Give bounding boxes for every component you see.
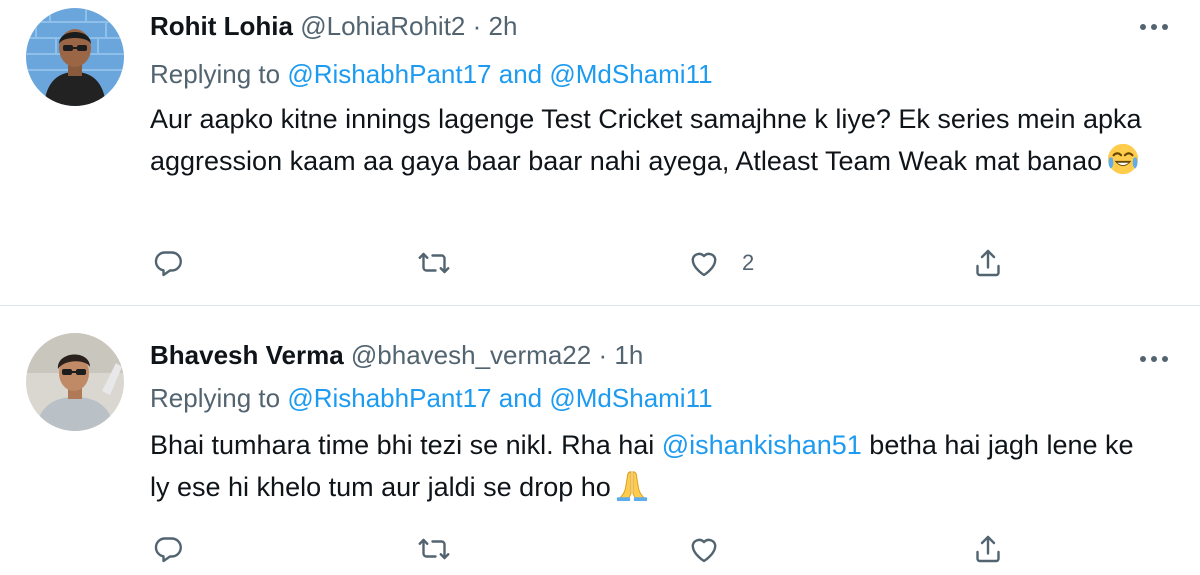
user-handle[interactable]: @bhavesh_verma22	[351, 340, 591, 370]
share-icon	[976, 535, 1000, 563]
inline-mention[interactable]: @ishankishan51	[662, 430, 862, 460]
heart-icon	[691, 538, 717, 563]
tweet-actions: 2	[150, 243, 1050, 283]
avatar[interactable]	[26, 333, 124, 431]
display-name[interactable]: Rohit Lohia	[150, 11, 293, 41]
replying-joiner[interactable]: and	[499, 383, 542, 413]
tweet[interactable]: Bhavesh Verma @bhavesh_verma22 · 1h Repl…	[0, 307, 1200, 575]
like-button[interactable]	[686, 529, 742, 569]
tweet-actions	[150, 529, 1050, 569]
retweet-button[interactable]	[416, 243, 452, 283]
replying-to: Replying to @RishabhPant17 and @MdShami1…	[150, 383, 713, 413]
reply-button[interactable]	[150, 243, 186, 283]
tweet-header: Rohit Lohia @LohiaRohit2 · 2h	[150, 11, 517, 41]
header-separator: ·	[598, 340, 608, 370]
replying-prefix: Replying to	[150, 59, 281, 89]
heart-icon	[691, 252, 717, 277]
tweet-text: Aur aapko kitne innings lagenge Test Cri…	[150, 98, 1150, 182]
replying-mention[interactable]: @RishabhPant17	[287, 383, 491, 413]
tweet[interactable]: Rohit Lohia @LohiaRohit2 · 2h Replying t…	[0, 0, 1200, 306]
retweet-icon	[418, 538, 450, 560]
tweet-text: Bhai tumhara time bhi tezi se nikl. Rha …	[150, 424, 1150, 508]
tweet-text-part: Aur aapko kitne innings lagenge Test Cri…	[150, 104, 1142, 176]
like-count: 2	[742, 250, 755, 275]
avatar[interactable]	[26, 8, 124, 106]
more-dots-icon	[1140, 24, 1168, 30]
timestamp[interactable]: 1h	[614, 340, 643, 370]
more-options-button[interactable]	[1136, 15, 1172, 39]
face-with-tears-of-joy-icon	[1107, 143, 1139, 175]
timestamp[interactable]: 2h	[489, 11, 518, 41]
retweet-button[interactable]	[416, 529, 452, 569]
user-handle[interactable]: @LohiaRohit2	[300, 11, 465, 41]
replying-mention[interactable]: @RishabhPant17	[287, 59, 491, 89]
replying-joiner[interactable]: and	[499, 59, 542, 89]
more-options-button[interactable]	[1136, 347, 1172, 371]
share-button[interactable]	[970, 243, 1006, 283]
reply-button[interactable]	[150, 529, 186, 569]
folded-hands-icon	[616, 471, 647, 502]
replying-to: Replying to @RishabhPant17 and @MdShami1…	[150, 59, 713, 89]
reply-icon	[154, 251, 182, 277]
display-name[interactable]: Bhavesh Verma	[150, 340, 344, 370]
replying-prefix: Replying to	[150, 383, 281, 413]
retweet-icon	[418, 252, 450, 274]
more-dots-icon	[1140, 356, 1168, 362]
tweet-header: Bhavesh Verma @bhavesh_verma22 · 1h	[150, 340, 643, 370]
reply-feed: Rohit Lohia @LohiaRohit2 · 2h Replying t…	[0, 0, 1200, 575]
header-separator: ·	[472, 11, 482, 41]
reply-icon	[154, 537, 182, 563]
replying-mention[interactable]: @MdShami11	[549, 59, 712, 89]
share-button[interactable]	[970, 529, 1006, 569]
share-icon	[976, 249, 1000, 277]
tweet-text-part: Bhai tumhara time bhi tezi se nikl. Rha …	[150, 430, 662, 460]
replying-mention[interactable]: @MdShami11	[549, 383, 712, 413]
like-button[interactable]: 2	[686, 243, 754, 283]
